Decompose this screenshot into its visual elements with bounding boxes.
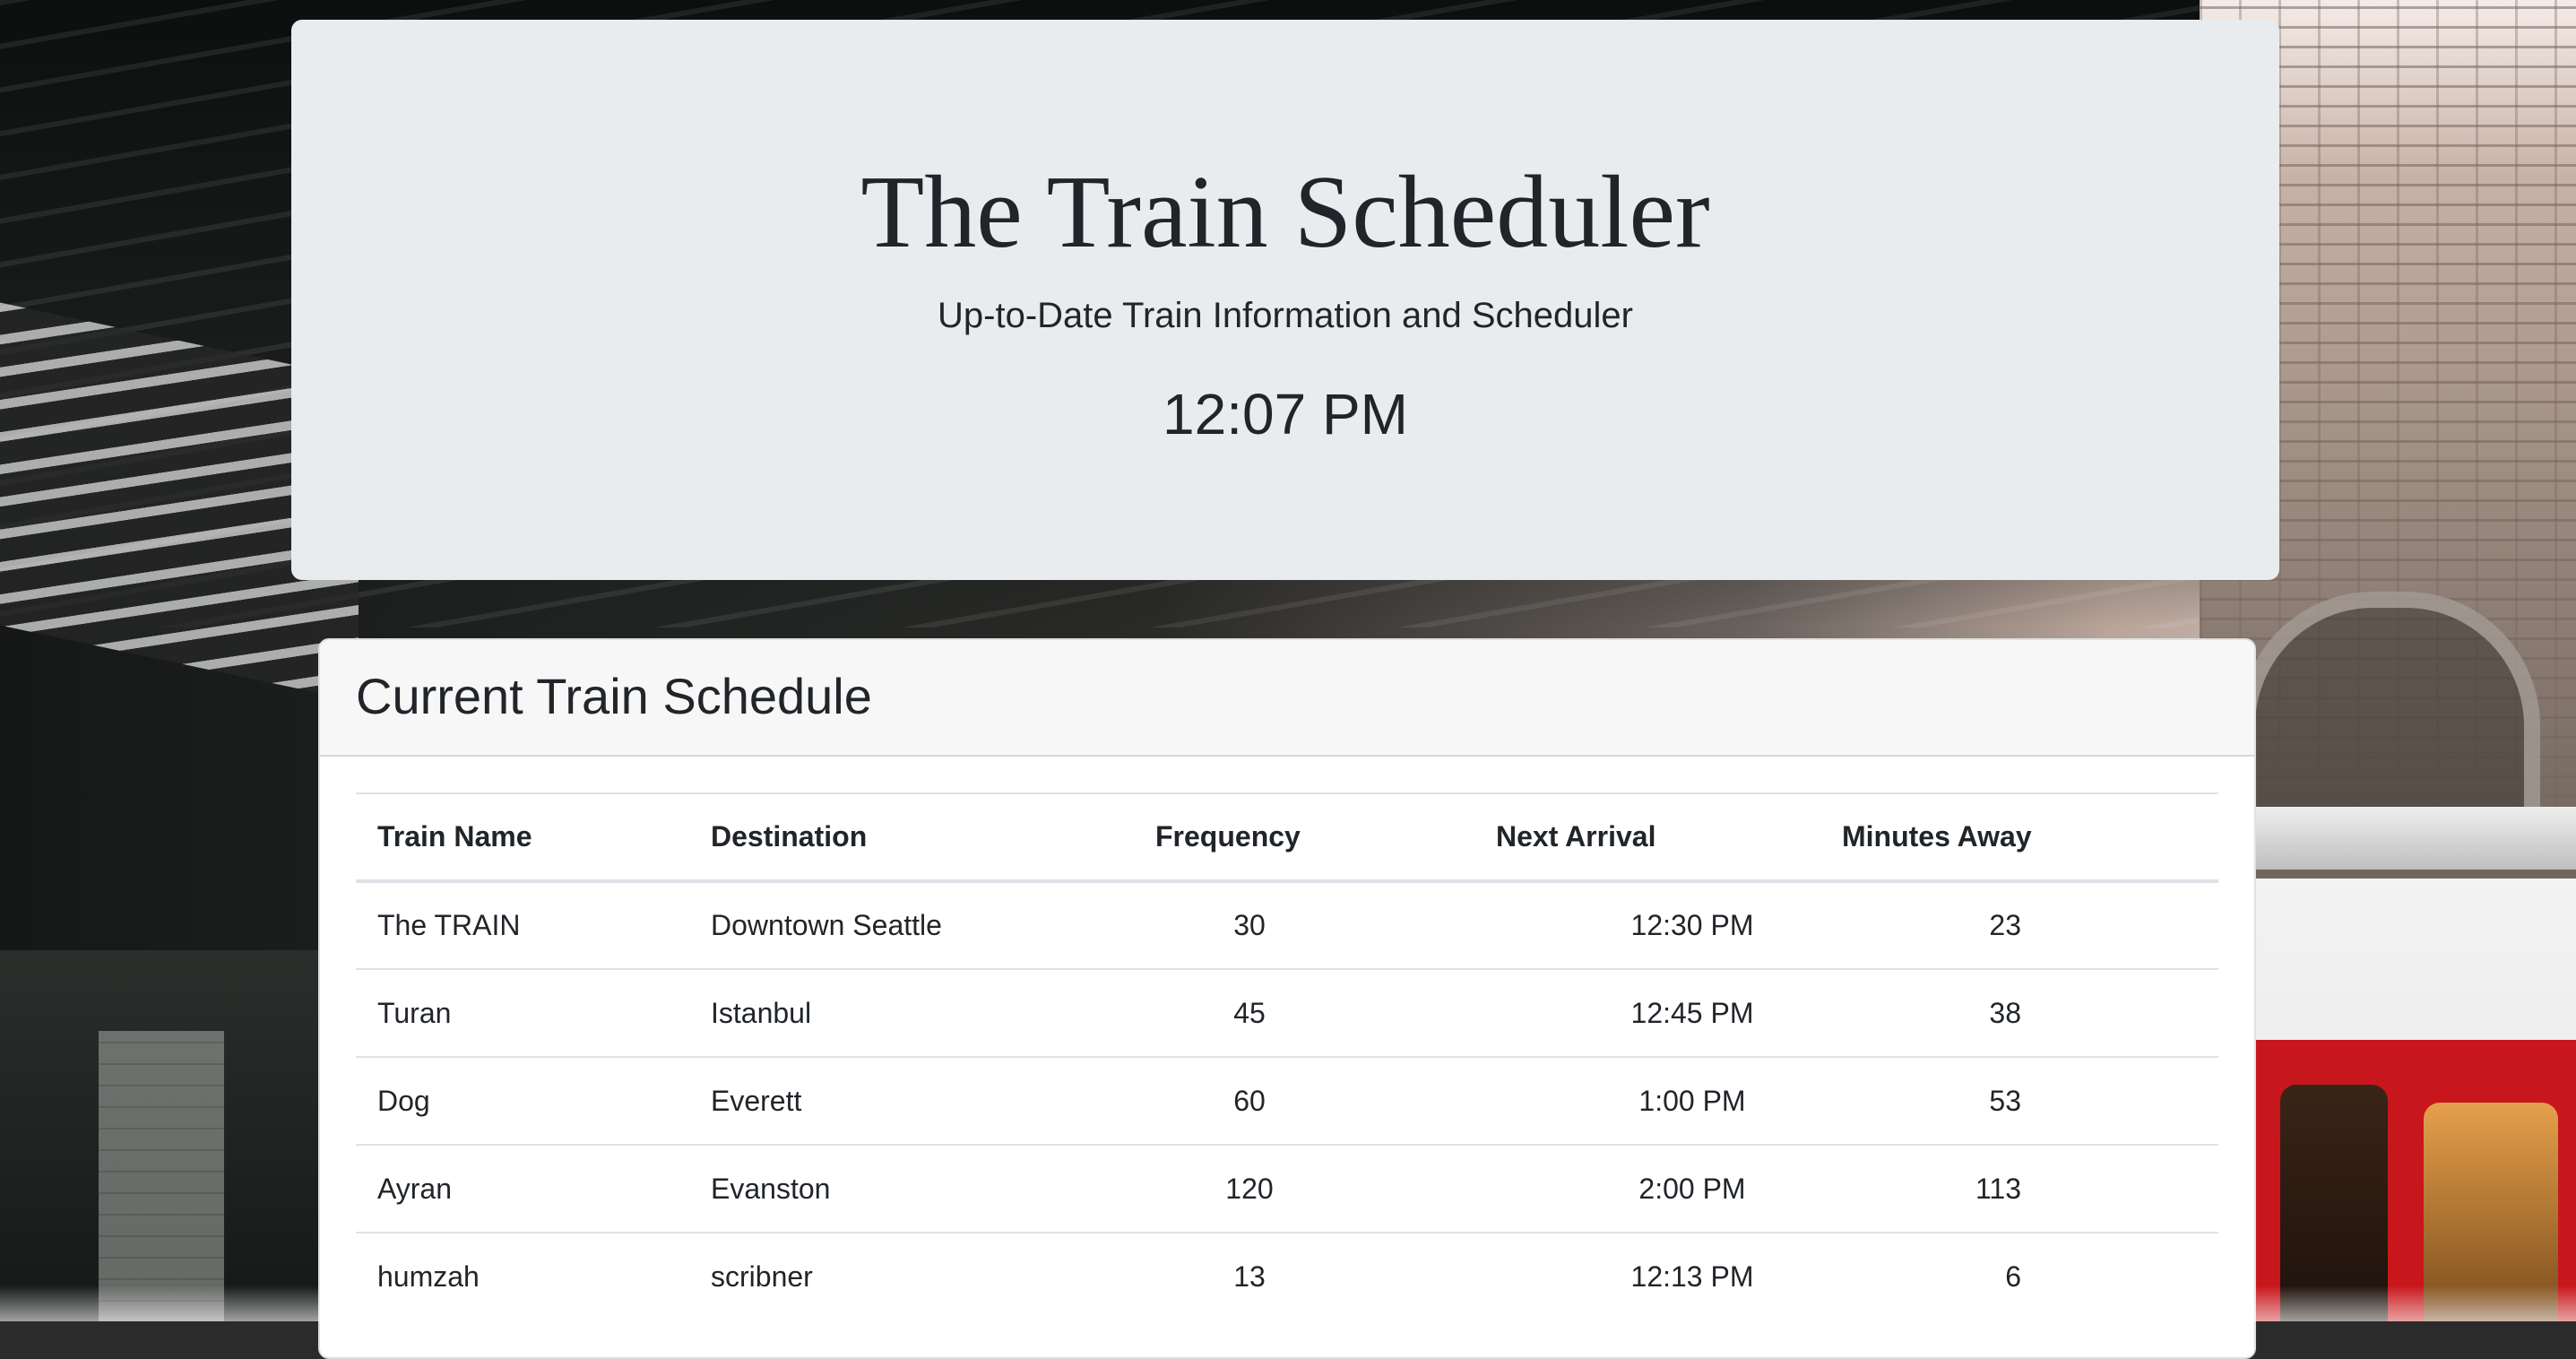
cell-minutes-away: 38 — [1820, 968, 2218, 1057]
cell-destination: Downtown Seattle — [689, 880, 1155, 969]
train-schedule-table: Train Name Destination Frequency Next Ar… — [356, 792, 2218, 1320]
column-header-train-name: Train Name — [356, 792, 689, 883]
background-canopy — [2235, 807, 2576, 870]
table-row: Ayran Evanston 120 2:00 PM 113 — [356, 1144, 2218, 1233]
cell-next-arrival: 12:45 PM — [1474, 968, 1820, 1057]
cell-minutes-away: 6 — [1820, 1232, 2218, 1320]
cell-train-name: Turan — [356, 968, 689, 1057]
cell-minutes-away: 53 — [1820, 1056, 2218, 1145]
page-title: The Train Scheduler — [860, 155, 1710, 270]
table-header-row: Train Name Destination Frequency Next Ar… — [356, 792, 2218, 883]
cell-train-name: humzah — [356, 1232, 689, 1320]
current-time: 12:07 PM — [1163, 382, 1408, 446]
column-header-minutes-away: Minutes Away — [1820, 792, 2218, 883]
table-row: The TRAIN Downtown Seattle 30 12:30 PM 2… — [356, 880, 2218, 969]
column-header-destination: Destination — [689, 792, 1155, 883]
background-tiled-wall — [99, 1031, 224, 1321]
cell-next-arrival: 1:00 PM — [1474, 1056, 1820, 1145]
page-subtitle: Up-to-Date Train Information and Schedul… — [938, 296, 1633, 335]
table-row: Dog Everett 60 1:00 PM 53 — [356, 1056, 2218, 1145]
cell-train-name: The TRAIN — [356, 880, 689, 969]
cell-frequency: 120 — [1155, 1144, 1474, 1233]
cell-next-arrival: 2:00 PM — [1474, 1144, 1820, 1233]
cell-destination: Everett — [689, 1056, 1155, 1145]
column-header-frequency: Frequency — [1155, 792, 1474, 883]
cell-destination: Evanston — [689, 1144, 1155, 1233]
background-train-window — [2280, 1085, 2388, 1321]
cell-minutes-away: 113 — [1820, 1144, 2218, 1233]
cell-frequency: 13 — [1155, 1232, 1474, 1320]
table-row: humzah scribner 13 12:13 PM 6 — [356, 1232, 2218, 1320]
background-train-door — [2424, 1103, 2558, 1321]
cell-next-arrival: 12:13 PM — [1474, 1232, 1820, 1320]
schedule-card: Current Train Schedule Train Name Destin… — [318, 638, 2256, 1359]
table-row: Turan Istanbul 45 12:45 PM 38 — [356, 968, 2218, 1057]
schedule-card-body: Train Name Destination Frequency Next Ar… — [320, 757, 2254, 1320]
cell-minutes-away: 23 — [1820, 880, 2218, 969]
cell-next-arrival: 12:30 PM — [1474, 880, 1820, 969]
cell-train-name: Dog — [356, 1056, 689, 1145]
header-jumbotron: The Train Scheduler Up-to-Date Train Inf… — [291, 20, 2279, 580]
cell-frequency: 30 — [1155, 880, 1474, 969]
cell-destination: scribner — [689, 1232, 1155, 1320]
cell-destination: Istanbul — [689, 968, 1155, 1057]
background-arch — [2239, 592, 2540, 841]
column-header-next-arrival: Next Arrival — [1474, 792, 1820, 883]
cell-frequency: 60 — [1155, 1056, 1474, 1145]
schedule-card-header: Current Train Schedule — [320, 640, 2254, 757]
cell-frequency: 45 — [1155, 968, 1474, 1057]
schedule-title: Current Train Schedule — [356, 668, 872, 724]
cell-train-name: Ayran — [356, 1144, 689, 1233]
